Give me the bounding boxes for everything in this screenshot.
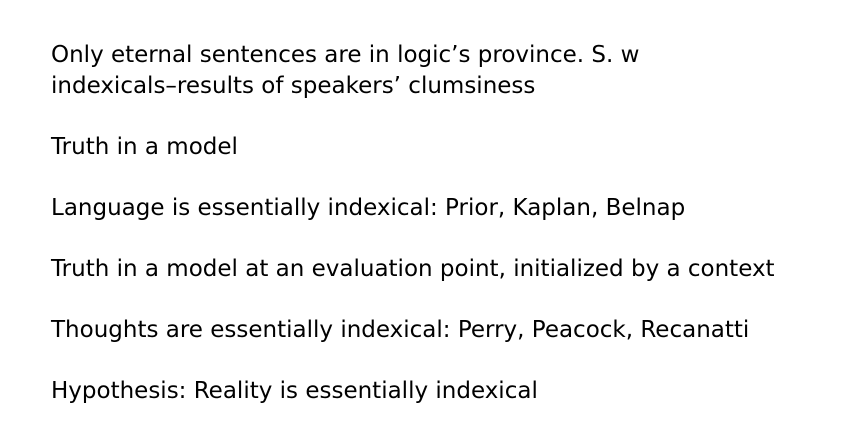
text-line: Thoughts are essentially indexical: Perr… <box>51 317 750 343</box>
text-line: Only eternal sentences are in logic’s pr… <box>51 42 640 68</box>
paragraph-language-indexical: Language is essentially indexical: Prior… <box>51 193 831 224</box>
paragraph-hypothesis: Hypothesis: Reality is essentially index… <box>51 376 831 407</box>
text-line: Language is essentially indexical: Prior… <box>51 195 686 221</box>
paragraph-eternal-sentences: Only eternal sentences are in logic’s pr… <box>51 40 831 102</box>
text-line: Truth in a model <box>51 134 238 160</box>
paragraph-truth-in-model: Truth in a model <box>51 132 831 163</box>
text-line: Truth in a model at an evaluation point,… <box>51 256 775 282</box>
text-line: indexicals–results of speakers’ clumsine… <box>51 73 536 99</box>
paragraph-truth-evaluation-point: Truth in a model at an evaluation point,… <box>51 254 831 285</box>
slide-content: Only eternal sentences are in logic’s pr… <box>51 40 831 407</box>
paragraph-thoughts-indexical: Thoughts are essentially indexical: Perr… <box>51 315 831 346</box>
text-line: Hypothesis: Reality is essentially index… <box>51 378 538 404</box>
